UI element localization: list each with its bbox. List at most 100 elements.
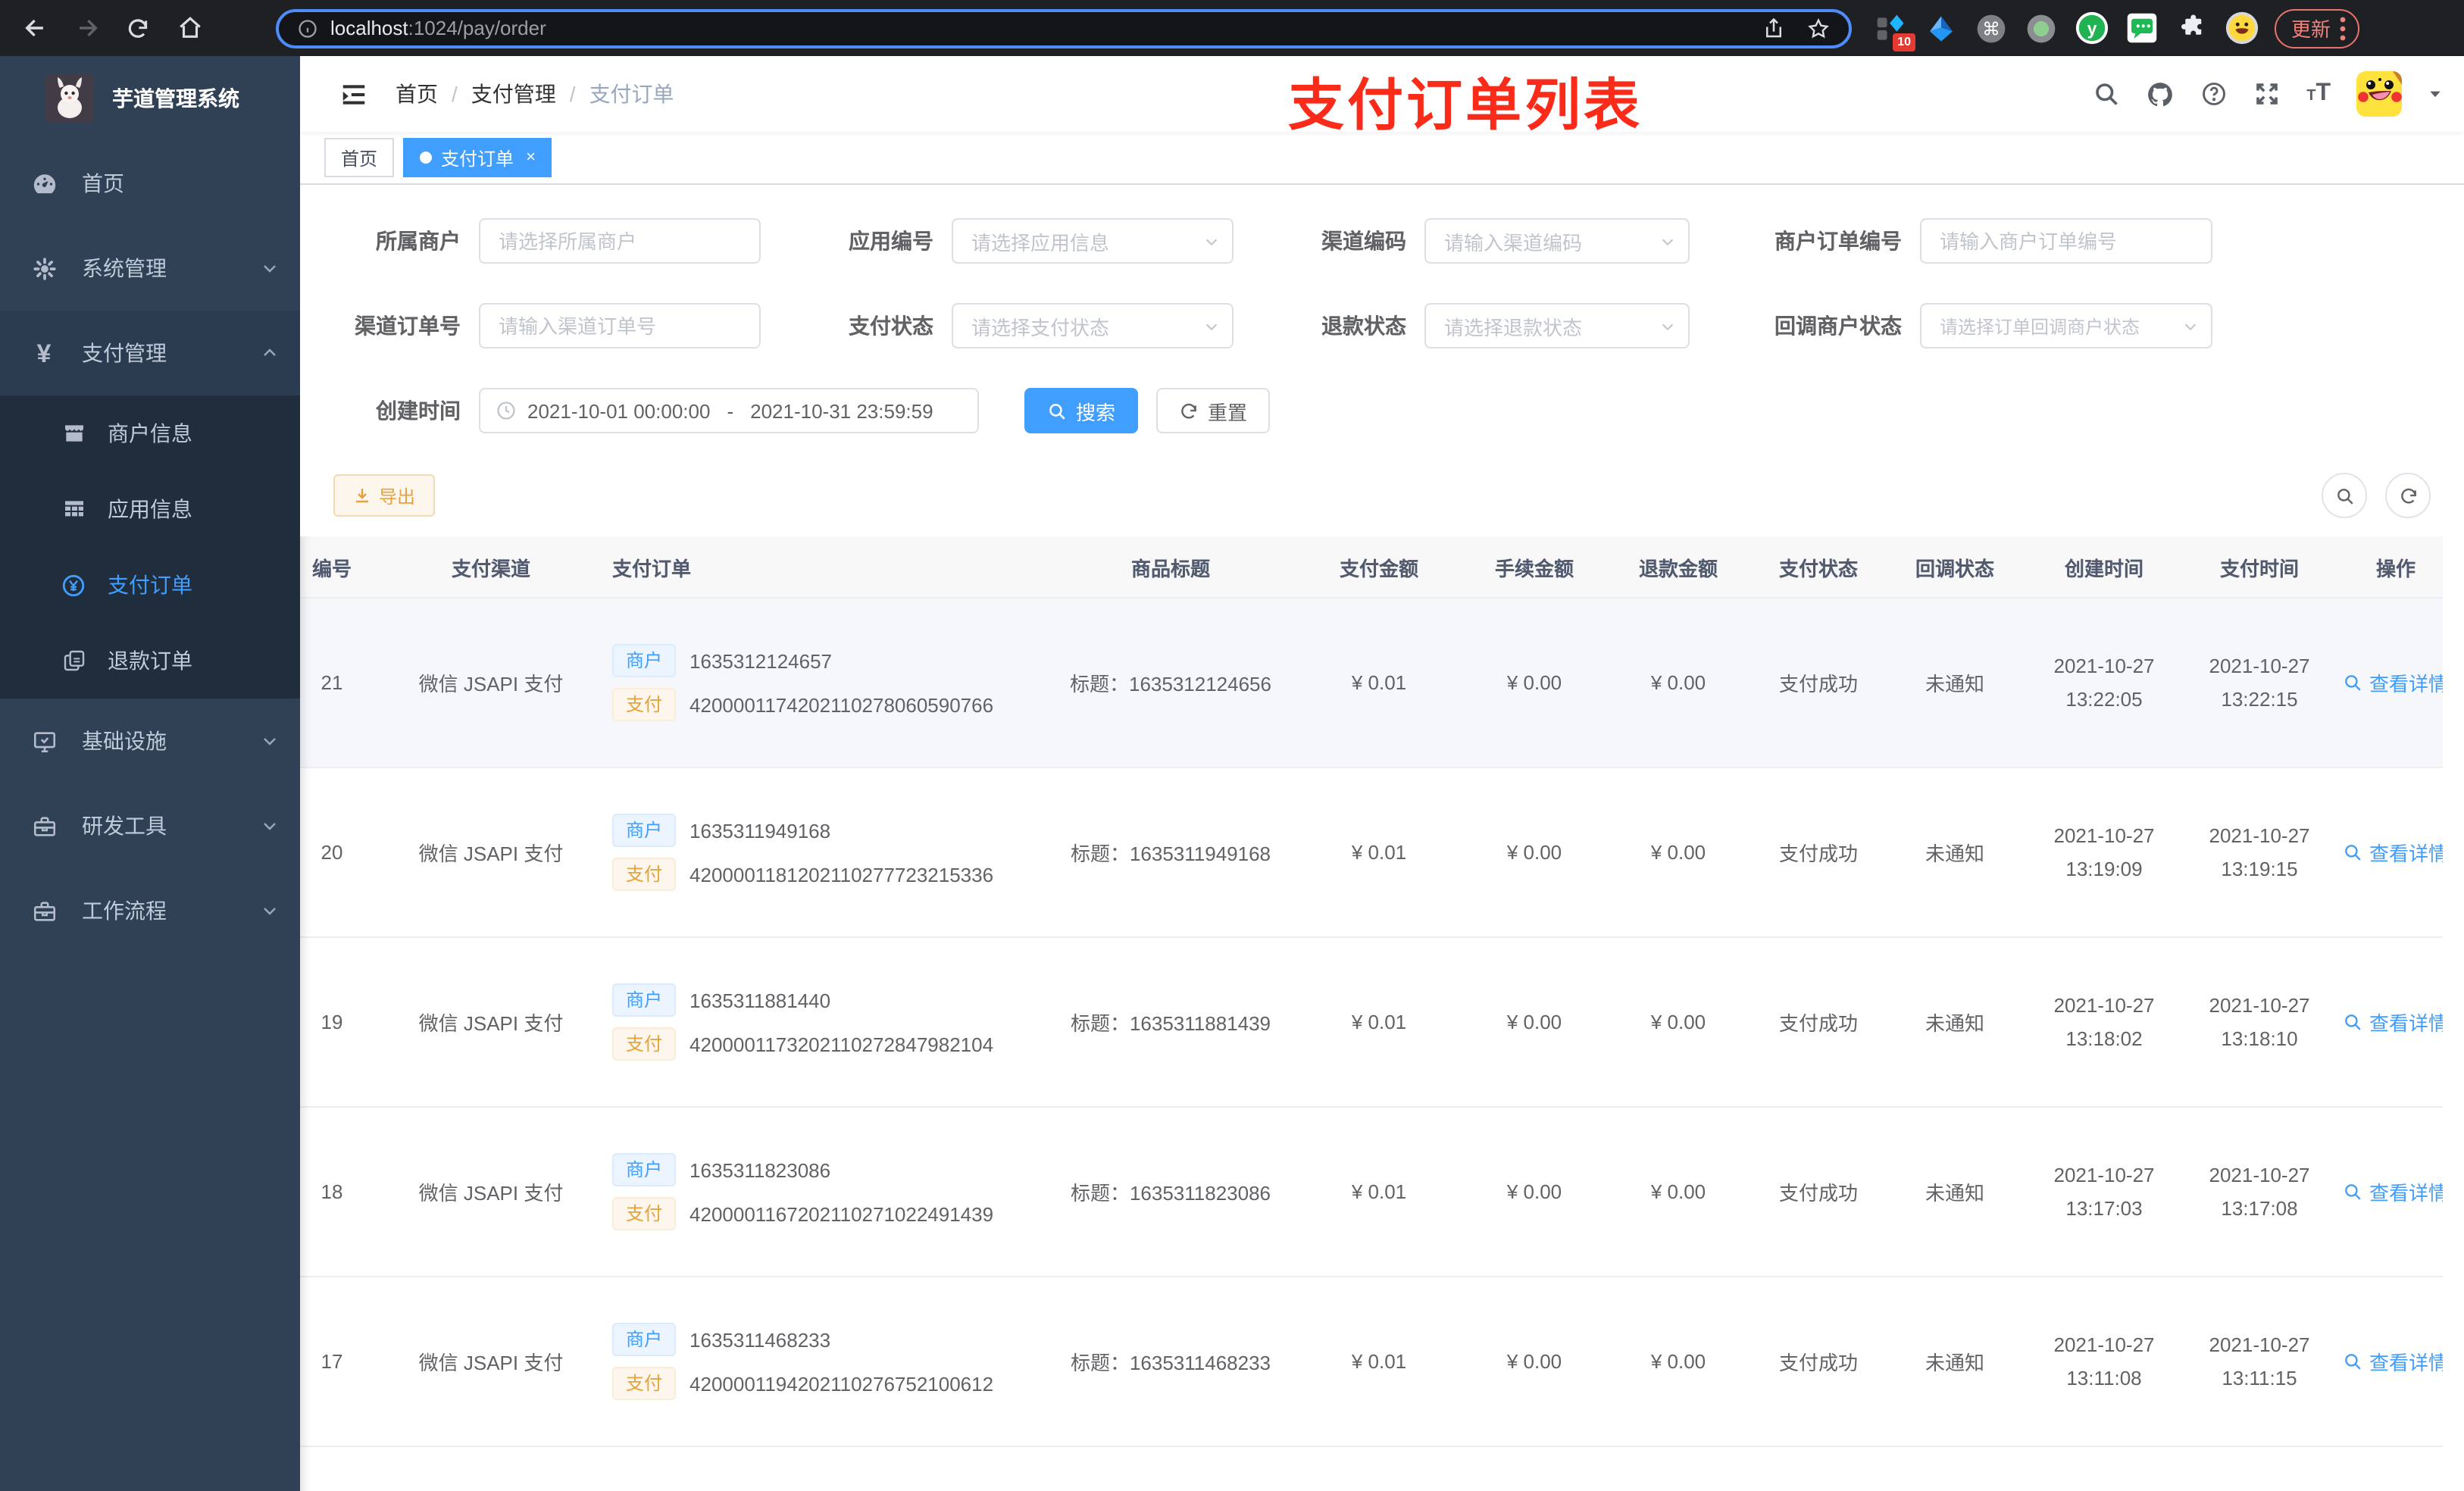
sidebar-item-infrastructure[interactable]: 基础设施 <box>0 699 300 783</box>
sidebar-item-label: 工作流程 <box>82 899 167 923</box>
created-time: 13:19:09 <box>2065 857 2143 880</box>
pay-status: 支付成功 <box>1778 1352 1858 1374</box>
view-detail-link[interactable]: 查看详情 <box>2344 1177 2443 1206</box>
browser-back-button[interactable] <box>15 8 55 48</box>
user-avatar[interactable] <box>2356 71 2402 117</box>
sidebar-item-system[interactable]: 系统管理 <box>0 226 300 311</box>
sidebar-collapse-icon[interactable] <box>339 80 368 108</box>
product-title: 标题：1635311949168 <box>1070 842 1271 865</box>
app-logo[interactable]: 芋道管理系统 <box>0 56 300 141</box>
pay-date: 2021-10-27 <box>2209 1163 2310 1186</box>
orders-table-wrap[interactable]: 编号 支付渠道 支付订单 商品标题 支付金额 手续金额 退款金额 支付状态 回调… <box>300 536 2443 1491</box>
channel-order-no-input[interactable] <box>479 303 761 349</box>
select-placeholder: 请选择订单回调商户状态 <box>1940 316 2140 337</box>
col-header-action: 操作 <box>2334 536 2443 599</box>
view-detail-link[interactable]: 查看详情 <box>2344 1008 2443 1036</box>
order-id: 19 <box>321 1011 343 1033</box>
sidebar-item-refund-order[interactable]: 退款订单 <box>0 623 300 699</box>
chevron-down-icon <box>261 902 279 920</box>
breadcrumb-home[interactable]: 首页 <box>396 79 438 109</box>
pay-status: 支付成功 <box>1778 842 1858 865</box>
orders-tbody: 21 微信 JSAPI 支付 商户 1635312124657 支付 42000… <box>300 598 2443 1491</box>
svg-text:⌘: ⌘ <box>1982 18 2000 39</box>
sidebar-item-label: 系统管理 <box>82 256 167 280</box>
help-icon[interactable] <box>2200 80 2228 108</box>
sidebar-item-home[interactable]: 首页 <box>0 141 300 226</box>
filter-label: 渠道订单号 <box>355 314 461 338</box>
view-detail-label: 查看详情 <box>2369 1352 2443 1374</box>
caret-down-icon[interactable] <box>2428 86 2443 102</box>
notify-status-select[interactable]: 请选择订单回调商户状态 <box>1920 303 2212 349</box>
channel-order-no: 4200001167202110271022491439 <box>689 1202 994 1225</box>
view-detail-link[interactable]: 查看详情 <box>2344 838 2443 867</box>
channel-code-select[interactable]: 请输入渠道编码 <box>1424 218 1690 264</box>
clock-icon <box>496 400 517 421</box>
refresh-table-button[interactable] <box>2385 473 2431 518</box>
download-icon <box>356 489 368 503</box>
refund-status-select[interactable]: 请选择退款状态 <box>1424 303 1690 349</box>
search-button[interactable]: 搜索 <box>1024 388 1139 433</box>
browser-reload-button[interactable] <box>118 8 158 48</box>
order-id: 17 <box>321 1350 343 1373</box>
sidebar-item-workflow[interactable]: 工作流程 <box>0 868 300 953</box>
fullscreen-icon[interactable] <box>2253 80 2281 108</box>
address-bar[interactable]: localhost:1024/pay/order <box>276 8 1852 48</box>
ext-dots-diamond-icon[interactable]: 10 <box>1873 10 1915 51</box>
filter-label: 所属商户 <box>376 229 461 253</box>
fee-amount: ¥ 0.00 <box>1506 1180 1562 1203</box>
github-icon[interactable] <box>2146 80 2175 108</box>
ext-badge: 10 <box>1893 33 1915 51</box>
view-detail-link[interactable]: 查看详情 <box>2344 668 2443 697</box>
share-icon[interactable] <box>1762 16 1785 40</box>
created-date: 2021-10-27 <box>2053 1163 2155 1186</box>
pay-amount: ¥ 0.01 <box>1351 841 1407 864</box>
browser-forward-button[interactable] <box>67 8 106 48</box>
tab-home[interactable]: 首页 <box>324 138 395 177</box>
store-icon <box>61 420 86 446</box>
browser-home-button[interactable] <box>170 8 209 48</box>
bookmark-star-icon[interactable] <box>1806 16 1831 40</box>
notify-status: 未通知 <box>1925 1182 1984 1205</box>
merchant-select-input[interactable] <box>479 218 761 264</box>
payment-submenu: 商户信息 应用信息 支付订单 退款订单 <box>0 395 300 699</box>
pay-time: 13:11:15 <box>2222 1366 2297 1389</box>
pay-date: 2021-10-27 <box>2209 654 2310 677</box>
export-button[interactable]: 导出 <box>333 474 436 517</box>
select-placeholder: 请输入渠道编码 <box>1444 231 1583 254</box>
sidebar-item-app-info[interactable]: 应用信息 <box>0 471 300 547</box>
view-detail-link[interactable]: 查看详情 <box>2344 1347 2443 1376</box>
create-time-range-picker[interactable]: 2021-10-01 00:00:00 - 2021-10-31 23:59:5… <box>479 388 979 433</box>
tab-pay-order[interactable]: 支付订单 × <box>403 138 552 177</box>
merchant-order-no-input[interactable] <box>1920 218 2212 264</box>
toggle-search-button[interactable] <box>2322 473 2367 518</box>
ext-kite-icon[interactable] <box>1923 10 1959 46</box>
search-icon[interactable] <box>2093 80 2120 108</box>
date-start: 2021-10-01 00:00:00 <box>527 399 711 422</box>
browser-update-button[interactable]: 更新 <box>2275 8 2360 48</box>
reset-button[interactable]: 重置 <box>1156 388 1271 433</box>
font-size-icon[interactable]: TT <box>2306 80 2331 108</box>
ext-y-icon[interactable]: y <box>2073 10 2109 46</box>
ext-puzzle-icon[interactable] <box>2173 10 2209 46</box>
ext-emoji-icon[interactable] <box>2223 10 2259 46</box>
breadcrumb-pay-manage[interactable]: 支付管理 <box>471 79 556 109</box>
merchant-tag: 商户 <box>612 1153 677 1186</box>
product-title: 标题：1635312124656 <box>1070 673 1271 695</box>
channel-order-no: 4200001181202110277723215336 <box>689 863 994 886</box>
merchant-tag: 商户 <box>612 983 677 1017</box>
sidebar-item-dev-tools[interactable]: 研发工具 <box>0 783 300 868</box>
sidebar-item-label: 研发工具 <box>82 814 167 838</box>
sidebar-item-merchant-info[interactable]: 商户信息 <box>0 395 300 471</box>
pay-time: 13:18:10 <box>2221 1027 2298 1049</box>
sidebar-item-pay-order[interactable]: 支付订单 <box>0 547 300 623</box>
pay-status-select[interactable]: 请选择支付状态 <box>952 303 1234 349</box>
ext-record-icon[interactable] <box>2023 10 2059 46</box>
tab-close-icon[interactable]: × <box>526 148 536 167</box>
ext-chat-icon[interactable] <box>2123 10 2159 46</box>
info-icon <box>299 19 317 37</box>
merchant-order-no: 1635311823086 <box>689 1158 831 1181</box>
ext-command-icon[interactable]: ⌘ <box>1973 10 2009 46</box>
sidebar-item-payment[interactable]: ¥ 支付管理 <box>0 311 300 395</box>
app-select[interactable]: 请选择应用信息 <box>952 218 1234 264</box>
pay-amount: ¥ 0.01 <box>1351 1011 1407 1033</box>
